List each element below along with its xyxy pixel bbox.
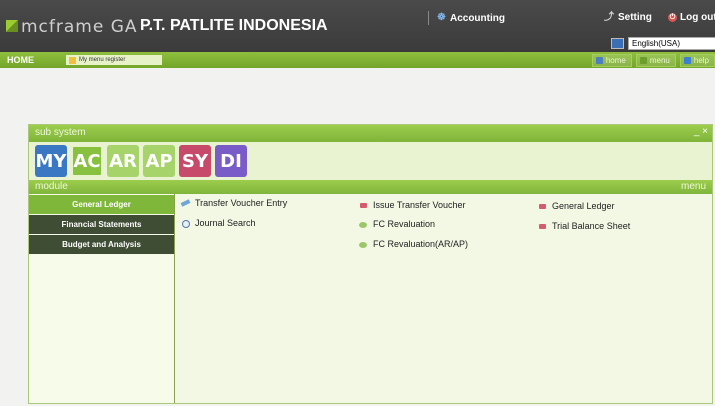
header-divider xyxy=(428,11,429,25)
menu-item-label: FC Revaluation xyxy=(373,219,436,229)
subsystem-title: sub system xyxy=(35,127,86,138)
home-icon xyxy=(595,57,603,64)
menu-item-fc-revaluation[interactable]: FC Revaluation xyxy=(359,219,435,229)
nav-bar: HOME My menu register home menu help xyxy=(0,52,715,68)
subsystem-tiles: MY AC AR AP SY DI xyxy=(29,142,712,180)
module-budget-analysis[interactable]: Budget and Analysis xyxy=(29,235,174,254)
logout-label: Log out xyxy=(680,12,715,23)
window-controls[interactable]: _ × xyxy=(694,126,708,137)
tile-sy[interactable]: SY xyxy=(179,145,211,177)
pen-icon xyxy=(181,199,190,208)
menu-button[interactable]: menu xyxy=(635,54,676,67)
home-button[interactable]: home xyxy=(591,54,632,67)
power-icon: ⏻ xyxy=(668,13,677,22)
tile-my[interactable]: MY xyxy=(35,145,67,177)
module-list: General Ledger Financial Statements Budg… xyxy=(29,194,175,403)
language-flag-icon xyxy=(611,38,624,49)
menu-item-trial-balance-sheet[interactable]: Trial Balance Sheet xyxy=(538,221,630,231)
company-name: P.T. PATLITE INDONESIA xyxy=(140,17,328,34)
wrench-icon: ⤴ xyxy=(604,11,614,23)
app-header: mcframe GA P.T. PATLITE INDONESIA ☸ Acco… xyxy=(0,0,715,52)
tile-di[interactable]: DI xyxy=(215,145,247,177)
menu-item-label: Journal Search xyxy=(195,218,256,228)
my-menu-register-button[interactable]: My menu register xyxy=(66,55,162,65)
menu-item-label: General Ledger xyxy=(552,201,615,211)
app-name: mcframe GA xyxy=(21,17,138,37)
language-select[interactable]: English(USA) ▼ xyxy=(628,37,715,50)
menu-area: Transfer Voucher Entry Journal Search Is… xyxy=(175,194,712,403)
menu-item-label: Issue Transfer Voucher xyxy=(373,200,466,210)
gear-icon xyxy=(359,240,368,249)
star-icon xyxy=(69,56,76,64)
printer-icon xyxy=(538,202,547,211)
subsystem-panel: sub system _ × MY AC AR AP SY DI module … xyxy=(28,124,713,404)
menu-item-issue-transfer-voucher[interactable]: Issue Transfer Voucher xyxy=(359,200,466,210)
logout-link[interactable]: ⏻ Log out xyxy=(668,12,715,23)
menu-item-label: FC Revaluation(AR/AP) xyxy=(373,239,469,249)
accounting-label: Accounting xyxy=(449,12,505,24)
menu-item-fc-revaluation-ar-ap[interactable]: FC Revaluation(AR/AP) xyxy=(359,239,468,249)
my-menu-register-label: My menu register xyxy=(79,57,126,63)
home-tab[interactable]: HOME xyxy=(7,55,34,65)
module-general-ledger[interactable]: General Ledger xyxy=(29,195,174,214)
menu-icon xyxy=(639,57,647,64)
tile-ap[interactable]: AP xyxy=(143,145,175,177)
language-selector[interactable]: English(USA) ▼ xyxy=(611,37,715,50)
menu-item-journal-search[interactable]: Journal Search xyxy=(181,218,256,228)
menu-button-label: menu xyxy=(649,56,670,65)
tile-ar[interactable]: AR xyxy=(107,145,139,177)
app-logo-icon xyxy=(6,20,18,32)
home-button-label: home xyxy=(605,56,626,65)
menu-item-general-ledger[interactable]: General Ledger xyxy=(538,201,615,211)
menu-item-label: Transfer Voucher Entry xyxy=(195,198,288,208)
help-icon xyxy=(683,57,691,64)
language-value: English(USA) xyxy=(632,39,681,48)
gear-icon xyxy=(359,220,368,229)
module-header: module menu xyxy=(29,180,712,194)
printer-icon xyxy=(538,222,547,231)
tile-ac[interactable]: AC xyxy=(71,145,103,177)
setting-label: Setting xyxy=(618,12,652,23)
nav-right-buttons: home menu help xyxy=(591,54,715,67)
module-title: module xyxy=(35,181,68,192)
help-button[interactable]: help xyxy=(679,54,715,67)
menu-item-label: Trial Balance Sheet xyxy=(552,221,631,231)
printer-icon xyxy=(359,201,368,210)
subsystem-header: sub system _ × xyxy=(29,125,712,142)
help-button-label: help xyxy=(693,56,709,65)
setting-link[interactable]: ⤴ Setting xyxy=(604,12,652,23)
people-icon: ☸ xyxy=(437,12,446,23)
menu-title: menu xyxy=(680,181,706,192)
module-financial-statements[interactable]: Financial Statements xyxy=(29,215,174,234)
menu-item-transfer-voucher-entry[interactable]: Transfer Voucher Entry xyxy=(181,198,287,208)
accounting-link[interactable]: ☸ Accounting xyxy=(428,11,505,25)
magnifier-icon xyxy=(181,219,190,228)
